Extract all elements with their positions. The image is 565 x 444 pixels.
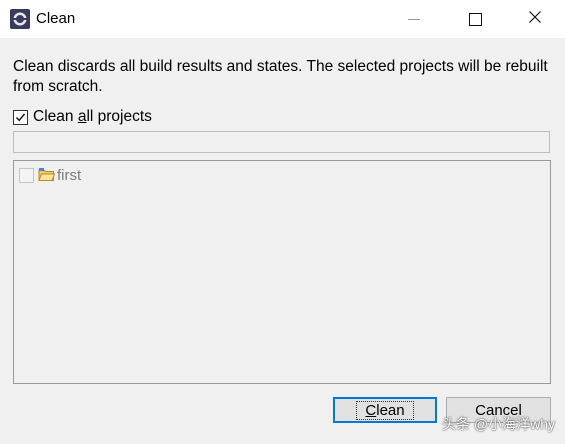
maximize-button[interactable] — [452, 0, 498, 38]
watermark: 头条 @小海洋why — [442, 416, 555, 432]
project-checkbox[interactable] — [19, 167, 34, 183]
dialog-description: Clean discards all build results and sta… — [13, 58, 548, 95]
checkbox-checked-icon[interactable] — [13, 109, 28, 125]
project-tree[interactable]: first — [13, 160, 551, 384]
project-tree-item[interactable]: first — [19, 166, 81, 184]
maximize-icon — [468, 12, 482, 26]
clean-button-label: Clean — [356, 400, 414, 420]
minimize-button[interactable] — [391, 0, 437, 38]
clean-all-projects-checkbox[interactable]: Clean all projects — [13, 107, 152, 127]
clean-all-projects-label: Clean all projects — [33, 108, 152, 125]
clean-button[interactable]: Clean — [333, 397, 437, 423]
window-title: Clean — [36, 10, 76, 27]
title-bar: Clean — [0, 0, 565, 38]
eclipse-app-icon — [10, 9, 30, 29]
close-icon — [529, 10, 541, 28]
project-name: first — [57, 166, 82, 184]
close-button[interactable] — [512, 0, 558, 38]
project-filter-input[interactable] — [13, 131, 550, 153]
project-folder-icon — [38, 167, 56, 183]
minimize-icon — [408, 18, 420, 20]
